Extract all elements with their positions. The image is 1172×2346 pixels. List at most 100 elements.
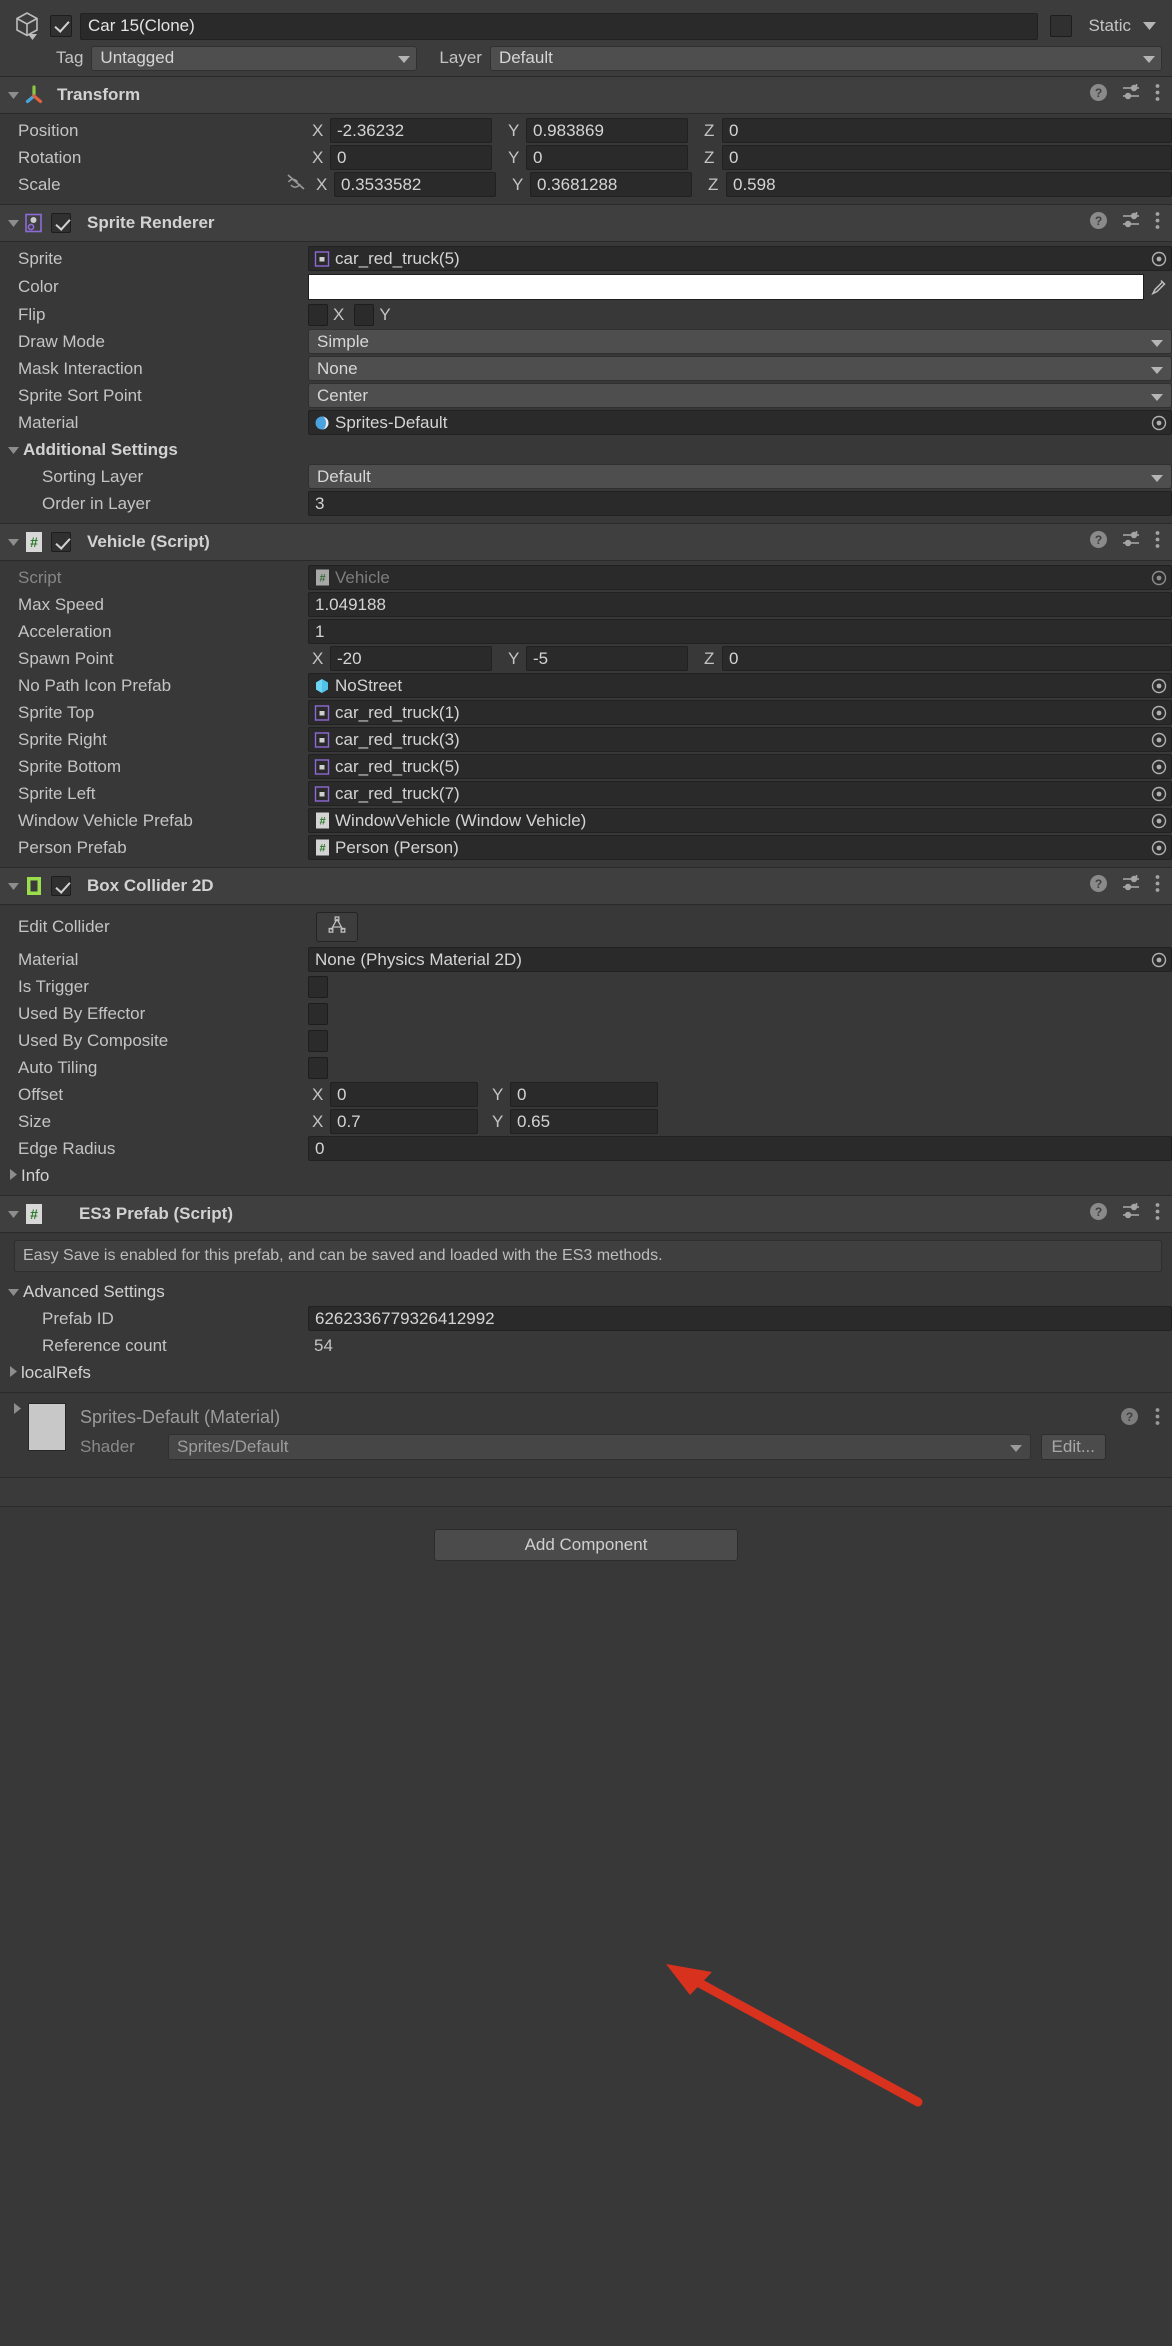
foldout-advanced-settings[interactable]: Advanced Settings <box>0 1278 1172 1305</box>
collider-material-object-field[interactable]: None (Physics Material 2D) <box>308 947 1172 972</box>
flip-y-checkbox[interactable] <box>354 303 375 326</box>
max-speed-input[interactable]: 1.049188 <box>308 592 1172 617</box>
preset-icon[interactable] <box>1122 83 1141 107</box>
static-dropdown-chevron-down-icon[interactable] <box>1143 17 1156 35</box>
rotation-y-input[interactable]: 0 <box>526 145 688 170</box>
component-header-transform[interactable]: Transform ? <box>0 76 1172 114</box>
property-row-sprite-sort-point: Sprite Sort Point Center <box>0 382 1172 409</box>
preset-icon[interactable] <box>1122 530 1141 554</box>
shader-dropdown[interactable]: Sprites/Default <box>168 1434 1031 1460</box>
vehicle-script-enabled-checkbox[interactable] <box>51 532 71 552</box>
rotation-x-input[interactable]: 0 <box>330 145 492 170</box>
color-swatch[interactable] <box>308 273 1144 300</box>
kebab-menu-icon[interactable] <box>1155 530 1160 554</box>
flip-x-checkbox[interactable] <box>308 303 328 326</box>
gameobject-enabled-checkbox[interactable] <box>50 15 72 37</box>
person-prefab-object-field[interactable]: # Person (Person) <box>308 835 1172 860</box>
rotation-z-input[interactable]: 0 <box>722 145 1172 170</box>
prefab-id-input[interactable]: 6262336779326412992 <box>308 1306 1172 1331</box>
kebab-menu-icon[interactable] <box>1155 874 1160 898</box>
sprite-left-object-field[interactable]: car_red_truck(7) <box>308 781 1172 806</box>
sprite-object-field[interactable]: car_red_truck(5) <box>308 246 1172 271</box>
is-trigger-checkbox[interactable] <box>308 975 328 998</box>
foldout-info[interactable]: Info <box>0 1162 1172 1189</box>
scale-y-input[interactable]: 0.3681288 <box>530 172 692 197</box>
no-path-icon-prefab-object-field[interactable]: NoStreet <box>308 673 1172 698</box>
eyedropper-icon[interactable] <box>1146 278 1172 296</box>
component-header-es3-prefab-script[interactable]: # ES3 Prefab (Script) ? <box>0 1195 1172 1233</box>
scale-z-input[interactable]: 0.598 <box>726 172 1172 197</box>
triangle-down-icon[interactable] <box>4 882 22 890</box>
static-checkbox[interactable] <box>1050 15 1073 37</box>
sprite-bottom-object-field[interactable]: car_red_truck(5) <box>308 754 1172 779</box>
help-icon[interactable]: ? <box>1089 1202 1108 1226</box>
box-collider-2d-enabled-checkbox[interactable] <box>51 876 71 896</box>
triangle-down-icon[interactable] <box>4 219 22 227</box>
sprite-sort-point-dropdown[interactable]: Center <box>308 383 1172 408</box>
scale-x-input[interactable]: 0.3533582 <box>334 172 496 197</box>
help-icon[interactable]: ? <box>1089 530 1108 554</box>
foldout-additional-settings[interactable]: Additional Settings <box>0 436 1172 463</box>
object-picker-icon[interactable] <box>1149 678 1169 694</box>
shader-edit-button[interactable]: Edit... <box>1040 1434 1106 1460</box>
triangle-down-icon[interactable] <box>4 538 22 546</box>
object-picker-icon[interactable] <box>1149 786 1169 802</box>
preset-icon[interactable] <box>1122 874 1141 898</box>
draw-mode-dropdown[interactable]: Simple <box>308 329 1172 354</box>
help-icon[interactable]: ? <box>1089 211 1108 235</box>
object-picker-icon[interactable] <box>1149 840 1169 856</box>
help-icon[interactable]: ? <box>1089 874 1108 898</box>
help-icon[interactable]: ? <box>1120 1407 1139 1431</box>
offset-y-input[interactable]: 0 <box>510 1082 658 1107</box>
object-picker-icon[interactable] <box>1149 759 1169 775</box>
offset-x-input[interactable]: 0 <box>330 1082 478 1107</box>
object-picker-icon[interactable] <box>1149 415 1169 431</box>
material-object-field[interactable]: Sprites-Default <box>308 410 1172 435</box>
edit-collider-button[interactable] <box>316 912 358 942</box>
component-header-box-collider-2d[interactable]: Box Collider 2D ? <box>0 867 1172 905</box>
auto-tiling-checkbox[interactable] <box>308 1056 328 1079</box>
sprite-top-object-field[interactable]: car_red_truck(1) <box>308 700 1172 725</box>
spawn-point-z-input[interactable]: 0 <box>722 646 1172 671</box>
sprite-renderer-enabled-checkbox[interactable] <box>51 213 71 233</box>
edge-radius-input[interactable]: 0 <box>308 1136 1172 1161</box>
size-x-input[interactable]: 0.7 <box>330 1109 478 1134</box>
preset-icon[interactable] <box>1122 211 1141 235</box>
sprite-right-object-field[interactable]: car_red_truck(3) <box>308 727 1172 752</box>
component-header-vehicle-script[interactable]: # Vehicle (Script) ? <box>0 523 1172 561</box>
mask-interaction-dropdown[interactable]: None <box>308 356 1172 381</box>
object-picker-icon[interactable] <box>1149 813 1169 829</box>
object-picker-icon[interactable] <box>1149 952 1169 968</box>
spawn-point-x-input[interactable]: -20 <box>330 646 492 671</box>
kebab-menu-icon[interactable] <box>1155 1202 1160 1226</box>
used-by-effector-checkbox[interactable] <box>308 1002 328 1025</box>
object-picker-icon[interactable] <box>1149 732 1169 748</box>
order-in-layer-input[interactable]: 3 <box>308 491 1172 516</box>
help-icon[interactable]: ? <box>1089 83 1108 107</box>
position-y-input[interactable]: 0.983869 <box>526 118 688 143</box>
object-picker-icon[interactable] <box>1149 251 1169 267</box>
kebab-menu-icon[interactable] <box>1155 1407 1160 1431</box>
kebab-menu-icon[interactable] <box>1155 83 1160 107</box>
gameobject-name-input[interactable]: Car 15(Clone) <box>80 12 1039 40</box>
preset-icon[interactable] <box>1122 1202 1141 1226</box>
foldout-localrefs[interactable]: localRefs <box>0 1359 1172 1386</box>
sorting-layer-dropdown[interactable]: Default <box>308 464 1172 489</box>
kebab-menu-icon[interactable] <box>1155 211 1160 235</box>
used-by-composite-checkbox[interactable] <box>308 1029 328 1052</box>
size-y-input[interactable]: 0.65 <box>510 1109 658 1134</box>
add-component-button[interactable]: Add Component <box>434 1529 738 1561</box>
component-header-sprite-renderer[interactable]: Sprite Renderer ? <box>0 204 1172 242</box>
position-x-input[interactable]: -2.36232 <box>330 118 492 143</box>
layer-dropdown[interactable]: Default <box>489 45 1162 71</box>
spawn-point-y-input[interactable]: -5 <box>526 646 688 671</box>
position-z-input[interactable]: 0 <box>722 118 1172 143</box>
constrain-proportions-off-icon[interactable] <box>286 173 308 196</box>
triangle-down-icon[interactable] <box>4 1210 22 1218</box>
triangle-down-icon[interactable] <box>4 91 22 99</box>
material-foldout-triangle-right-icon[interactable] <box>14 1403 28 1420</box>
tag-dropdown[interactable]: Untagged <box>91 45 418 71</box>
object-picker-icon[interactable] <box>1149 705 1169 721</box>
acceleration-input[interactable]: 1 <box>308 619 1172 644</box>
window-vehicle-prefab-object-field[interactable]: # WindowVehicle (Window Vehicle) <box>308 808 1172 833</box>
